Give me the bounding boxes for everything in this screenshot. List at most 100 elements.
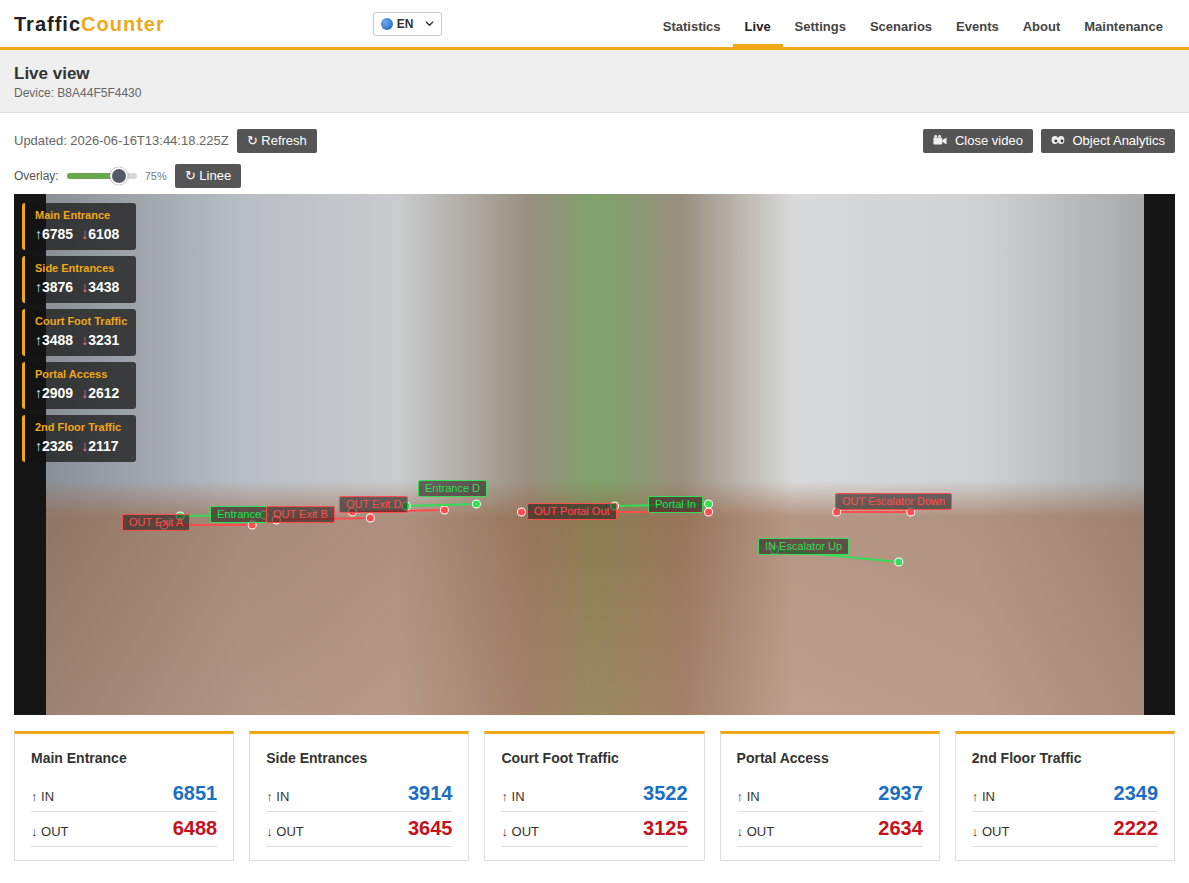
in-arrow: ↑	[35, 385, 42, 401]
out-label: ↓ OUT	[972, 822, 1010, 842]
line-label[interactable]: OUT Exit A	[122, 514, 190, 531]
line-label[interactable]: IN Escalator Up	[758, 538, 849, 555]
in-row: ↑ IN2937	[737, 777, 923, 812]
in-count: 6785	[42, 226, 73, 242]
counter-title: Side Entrances	[35, 261, 128, 276]
counter-values: ↑6785 ↓6108	[35, 223, 128, 245]
out-count: 6108	[88, 226, 119, 242]
language-select[interactable]: EN	[373, 12, 443, 36]
out-row: ↓ OUT2634	[737, 812, 923, 847]
counter-values: ↑2326↓2117	[35, 435, 128, 457]
in-row: ↑ IN 6851	[31, 777, 217, 812]
stat-card: Court Foot Traffic ↑ IN 3522 ↓ OUT 3125	[484, 731, 704, 861]
overlay-counter: Main Entrance ↑6785 ↓6108	[22, 203, 136, 250]
globe-icon	[381, 18, 393, 30]
overlay-counters: Main Entrance↑6785↓6108Side Entrances↑38…	[22, 203, 136, 462]
out-label: ↓ OUT	[737, 822, 775, 842]
in-arrow: ↑	[35, 332, 42, 348]
counter-title: Portal Access	[35, 367, 128, 382]
overlay-counter: Portal Access↑2909↓2612	[22, 362, 136, 409]
object-analytics-button[interactable]: Object Analytics	[1041, 129, 1175, 153]
in-row: ↑ IN 3914	[266, 777, 452, 812]
card-title: Court Foot Traffic	[501, 748, 687, 769]
top-bar: TrafficCounter EN StatisticsLiveSettings…	[0, 0, 1189, 50]
counting-lines	[14, 194, 1175, 715]
nav-link[interactable]: Maintenance	[1072, 4, 1175, 48]
line-label[interactable]: OUT Exit B	[266, 506, 335, 523]
out-row: ↓ OUT 6488	[31, 812, 217, 847]
overlay-row: Overlay: 75% ↻ Linee	[0, 153, 1189, 188]
out-label: ↓ OUT	[266, 822, 304, 842]
nav-link[interactable]: Settings	[783, 4, 858, 48]
out-row: ↓ OUT 2222	[972, 812, 1158, 847]
in-arrow: ↑	[35, 438, 42, 454]
refresh-label: Refresh	[261, 133, 307, 148]
line-label[interactable]: OUT Exit D	[339, 496, 408, 513]
overlay-counter: Side Entrances↑3876↓3438	[22, 256, 136, 303]
in-label: ↑ IN	[501, 787, 524, 807]
lines-button[interactable]: ↻ Linee	[175, 164, 241, 188]
out-row: ↓ OUT 3125	[501, 812, 687, 847]
stat-card: Portal Access ↑ IN2937↓ OUT2634	[720, 731, 940, 861]
count-line	[402, 500, 480, 510]
nav-link[interactable]: Statistics	[651, 4, 733, 48]
in-label: ↑ IN	[737, 787, 760, 807]
out-count: 2612	[88, 385, 119, 401]
counter-title: Main Entrance	[35, 208, 128, 223]
in-value: 3522	[643, 780, 688, 806]
out-value: 2222	[1114, 815, 1159, 841]
card-title: Portal Access	[737, 748, 923, 769]
line-label[interactable]: Portal In	[648, 496, 703, 513]
in-value: 3914	[408, 780, 453, 806]
out-label: ↓ OUT	[501, 822, 539, 842]
language-value: EN	[397, 15, 414, 33]
nav-link[interactable]: Events	[944, 4, 1011, 48]
out-arrow: ↓	[81, 226, 88, 242]
in-arrow: ↑	[35, 226, 42, 242]
in-count: 2326	[42, 438, 73, 454]
nav-link[interactable]: Scenarios	[858, 4, 944, 48]
lines-glyph: ↻	[185, 168, 196, 183]
page-title: Live view	[14, 63, 1175, 85]
line-label[interactable]: Entrance	[210, 506, 268, 523]
camera-frame	[46, 194, 1144, 715]
out-label: ↓ OUT	[31, 822, 69, 842]
eyes-icon	[1051, 134, 1065, 146]
brand-second: Counter	[81, 13, 165, 35]
updated-time: Updated: 2026-06-16T13:44:18.225Z	[14, 131, 229, 151]
line-label[interactable]: OUT Escalator Down	[835, 493, 952, 510]
nav-link[interactable]: About	[1011, 4, 1073, 48]
refresh-button[interactable]: ↻ Refresh	[237, 129, 317, 153]
nav-link[interactable]: Live	[733, 4, 783, 48]
slider-knob[interactable]	[110, 167, 128, 185]
video-view: OUT Exit A EntranceOUT Exit BOUT Exit D En…	[14, 194, 1175, 715]
close-video-button[interactable]: Close video	[923, 129, 1033, 153]
stat-card: 2nd Floor Traffic↑ IN2349↓ OUT2222	[955, 731, 1175, 861]
stat-card: Main Entrance↑ IN6851↓ OUT6488	[14, 731, 234, 861]
chevron-down-icon	[425, 19, 434, 28]
counter-title: 2nd Floor Traffic	[35, 420, 128, 435]
out-arrow: ↓	[81, 279, 88, 295]
camera-icon	[933, 134, 947, 146]
out-value: 3125	[643, 815, 688, 841]
in-value: 2349	[1114, 780, 1159, 806]
out-row: ↓ OUT3645	[266, 812, 452, 847]
card-title: Side Entrances	[266, 748, 452, 769]
in-row: ↑ IN 3522	[501, 777, 687, 812]
in-label: ↑ IN	[31, 787, 54, 807]
overlay-slider[interactable]	[67, 173, 137, 179]
line-label[interactable]: Entrance D	[418, 480, 487, 497]
in-row: ↑ IN2349	[972, 777, 1158, 812]
in-count: 3488	[42, 332, 73, 348]
device-id: Device: B8A44F5F4430	[14, 85, 1175, 101]
line-label[interactable]: OUT Portal Out	[527, 503, 617, 520]
brand-logo[interactable]: TrafficCounter	[14, 9, 165, 39]
overlay-counter: 2nd Floor Traffic↑2326↓2117	[22, 415, 136, 462]
in-value: 6851	[173, 780, 218, 806]
counter-values: ↑3876↓3438	[35, 276, 128, 298]
out-arrow: ↓	[81, 332, 88, 348]
out-count: 3438	[88, 279, 119, 295]
overlay-label: Overlay:	[14, 167, 59, 185]
in-label: ↑ IN	[266, 787, 289, 807]
out-value: 6488	[173, 815, 218, 841]
